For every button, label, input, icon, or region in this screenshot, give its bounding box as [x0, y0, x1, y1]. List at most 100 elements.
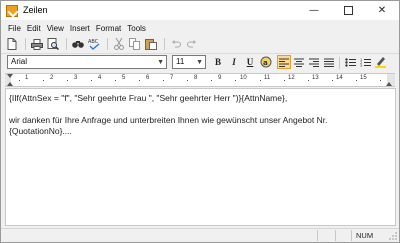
ruler-tick: [356, 80, 357, 81]
editor-line: {QuotationNo}....: [9, 126, 72, 136]
close-icon: ✕: [377, 5, 387, 16]
cut-icon: [114, 38, 124, 50]
minimize-button[interactable]: —: [297, 1, 331, 20]
spellcheck-icon: ABC: [88, 39, 100, 50]
ruler-tick: [332, 80, 333, 81]
paste-button[interactable]: [144, 37, 158, 51]
text-effect-icon: a: [260, 56, 272, 68]
editor-line: wir danken für Ihre Anfrage und unterbre…: [9, 115, 328, 125]
standard-toolbar: ABC: [1, 36, 399, 52]
ruler-tick: [91, 80, 92, 81]
ruler-number: 8: [194, 75, 198, 81]
highlight-button[interactable]: a: [259, 55, 273, 69]
menu-format[interactable]: Format: [93, 24, 124, 33]
ruler-tick: [19, 80, 20, 81]
new-document-button[interactable]: [5, 37, 19, 51]
svg-text:ABC: ABC: [88, 39, 99, 45]
ruler-tick: [284, 80, 285, 81]
cut-button[interactable]: [112, 37, 126, 51]
font-name-value: Arial: [11, 57, 28, 66]
align-right-button[interactable]: [307, 55, 321, 69]
chevron-down-icon: ▼: [157, 59, 164, 66]
redo-button[interactable]: [185, 37, 199, 51]
ruler-tick: [115, 80, 116, 81]
ruler[interactable]: 1 2 3 4 5 6 7 8 9 10 11 12 13 14 15: [5, 73, 395, 87]
menu-edit[interactable]: Edit: [24, 24, 44, 33]
menu-insert[interactable]: Insert: [67, 24, 93, 33]
app-icon: [6, 5, 18, 17]
numbered-list-button[interactable]: 123: [358, 55, 372, 69]
paste-icon: [145, 39, 157, 50]
underline-button[interactable]: U: [243, 55, 257, 69]
title-bar[interactable]: Zeilen — ✕: [1, 1, 399, 20]
ruler-tick: [308, 80, 309, 81]
align-center-icon: [294, 58, 304, 67]
maximize-button[interactable]: [331, 1, 365, 20]
undo-button[interactable]: [169, 37, 183, 51]
ruler-number: 6: [146, 75, 150, 81]
ruler-tick: [187, 80, 188, 81]
menu-tools[interactable]: Tools: [124, 24, 149, 33]
pen-color-icon: [374, 57, 386, 68]
editor-line: [9, 104, 392, 115]
spellcheck-button[interactable]: ABC: [87, 37, 101, 51]
print-button[interactable]: [30, 37, 44, 51]
svg-text:a: a: [263, 59, 268, 67]
left-indent-marker[interactable]: [7, 82, 13, 86]
first-line-indent-marker[interactable]: [7, 74, 13, 78]
resize-grip-icon[interactable]: [389, 232, 397, 240]
find-button[interactable]: [71, 37, 85, 51]
maximize-icon: [343, 6, 353, 15]
align-justify-icon: [324, 58, 334, 67]
print-preview-button[interactable]: [46, 37, 60, 51]
ruler-number: 4: [98, 75, 102, 81]
menu-view[interactable]: View: [44, 24, 67, 33]
font-name-select[interactable]: Arial ▼: [7, 55, 167, 69]
ruler-tick: [211, 80, 212, 81]
right-indent-marker[interactable]: [386, 82, 392, 86]
chevron-down-icon: ▼: [196, 59, 203, 66]
close-button[interactable]: ✕: [365, 1, 399, 20]
status-cell-empty: [335, 230, 351, 241]
bullet-list-button[interactable]: [343, 55, 357, 69]
editor-window: Zeilen — ✕ File Edit View Insert Format …: [0, 0, 400, 243]
toolbar-separator: [339, 57, 340, 69]
ruler-number: 11: [264, 75, 271, 81]
minimize-icon: —: [309, 5, 319, 16]
find-icon: [72, 41, 84, 48]
toolbar-separator: [107, 38, 108, 50]
editor-line: {IIf(AttnSex = "f", "Sehr geehrte Frau "…: [9, 93, 288, 103]
status-bar: NUM: [1, 228, 399, 242]
ruler-tick: [43, 80, 44, 81]
ruler-tick: [380, 80, 381, 81]
ruler-number: 10: [240, 75, 247, 81]
bold-button[interactable]: B: [211, 55, 225, 69]
align-justify-button[interactable]: [322, 55, 336, 69]
window-title: Zeilen: [23, 5, 48, 15]
ruler-number: 12: [288, 75, 295, 81]
text-color-button[interactable]: [373, 55, 387, 69]
font-size-select[interactable]: 11 ▼: [172, 55, 206, 69]
toolbar-separator: [25, 38, 26, 50]
ruler-number: 13: [312, 75, 319, 81]
status-cell-empty: [317, 230, 335, 241]
copy-button[interactable]: [128, 37, 142, 51]
ruler-number: 2: [50, 75, 54, 81]
italic-button[interactable]: I: [227, 55, 241, 69]
print-preview-icon: [47, 38, 59, 50]
align-left-button[interactable]: [277, 55, 291, 69]
menu-file[interactable]: File: [5, 24, 24, 33]
format-toolbar: Arial ▼ 11 ▼ B I U a 123: [1, 54, 399, 70]
align-center-button[interactable]: [292, 55, 306, 69]
bullet-list-icon: [344, 57, 356, 67]
ruler-tick: [235, 80, 236, 81]
text-editor[interactable]: {IIf(AttnSex = "f", "Sehr geehrte Frau "…: [5, 88, 396, 226]
ruler-number: 9: [218, 75, 222, 81]
ruler-tick: [67, 80, 68, 81]
toolbar-separator: [164, 38, 165, 50]
svg-text:3: 3: [360, 64, 362, 67]
ruler-tick: [139, 80, 140, 81]
print-icon: [31, 38, 43, 50]
ruler-number: 14: [336, 75, 343, 81]
numbered-list-icon: 123: [360, 58, 371, 67]
